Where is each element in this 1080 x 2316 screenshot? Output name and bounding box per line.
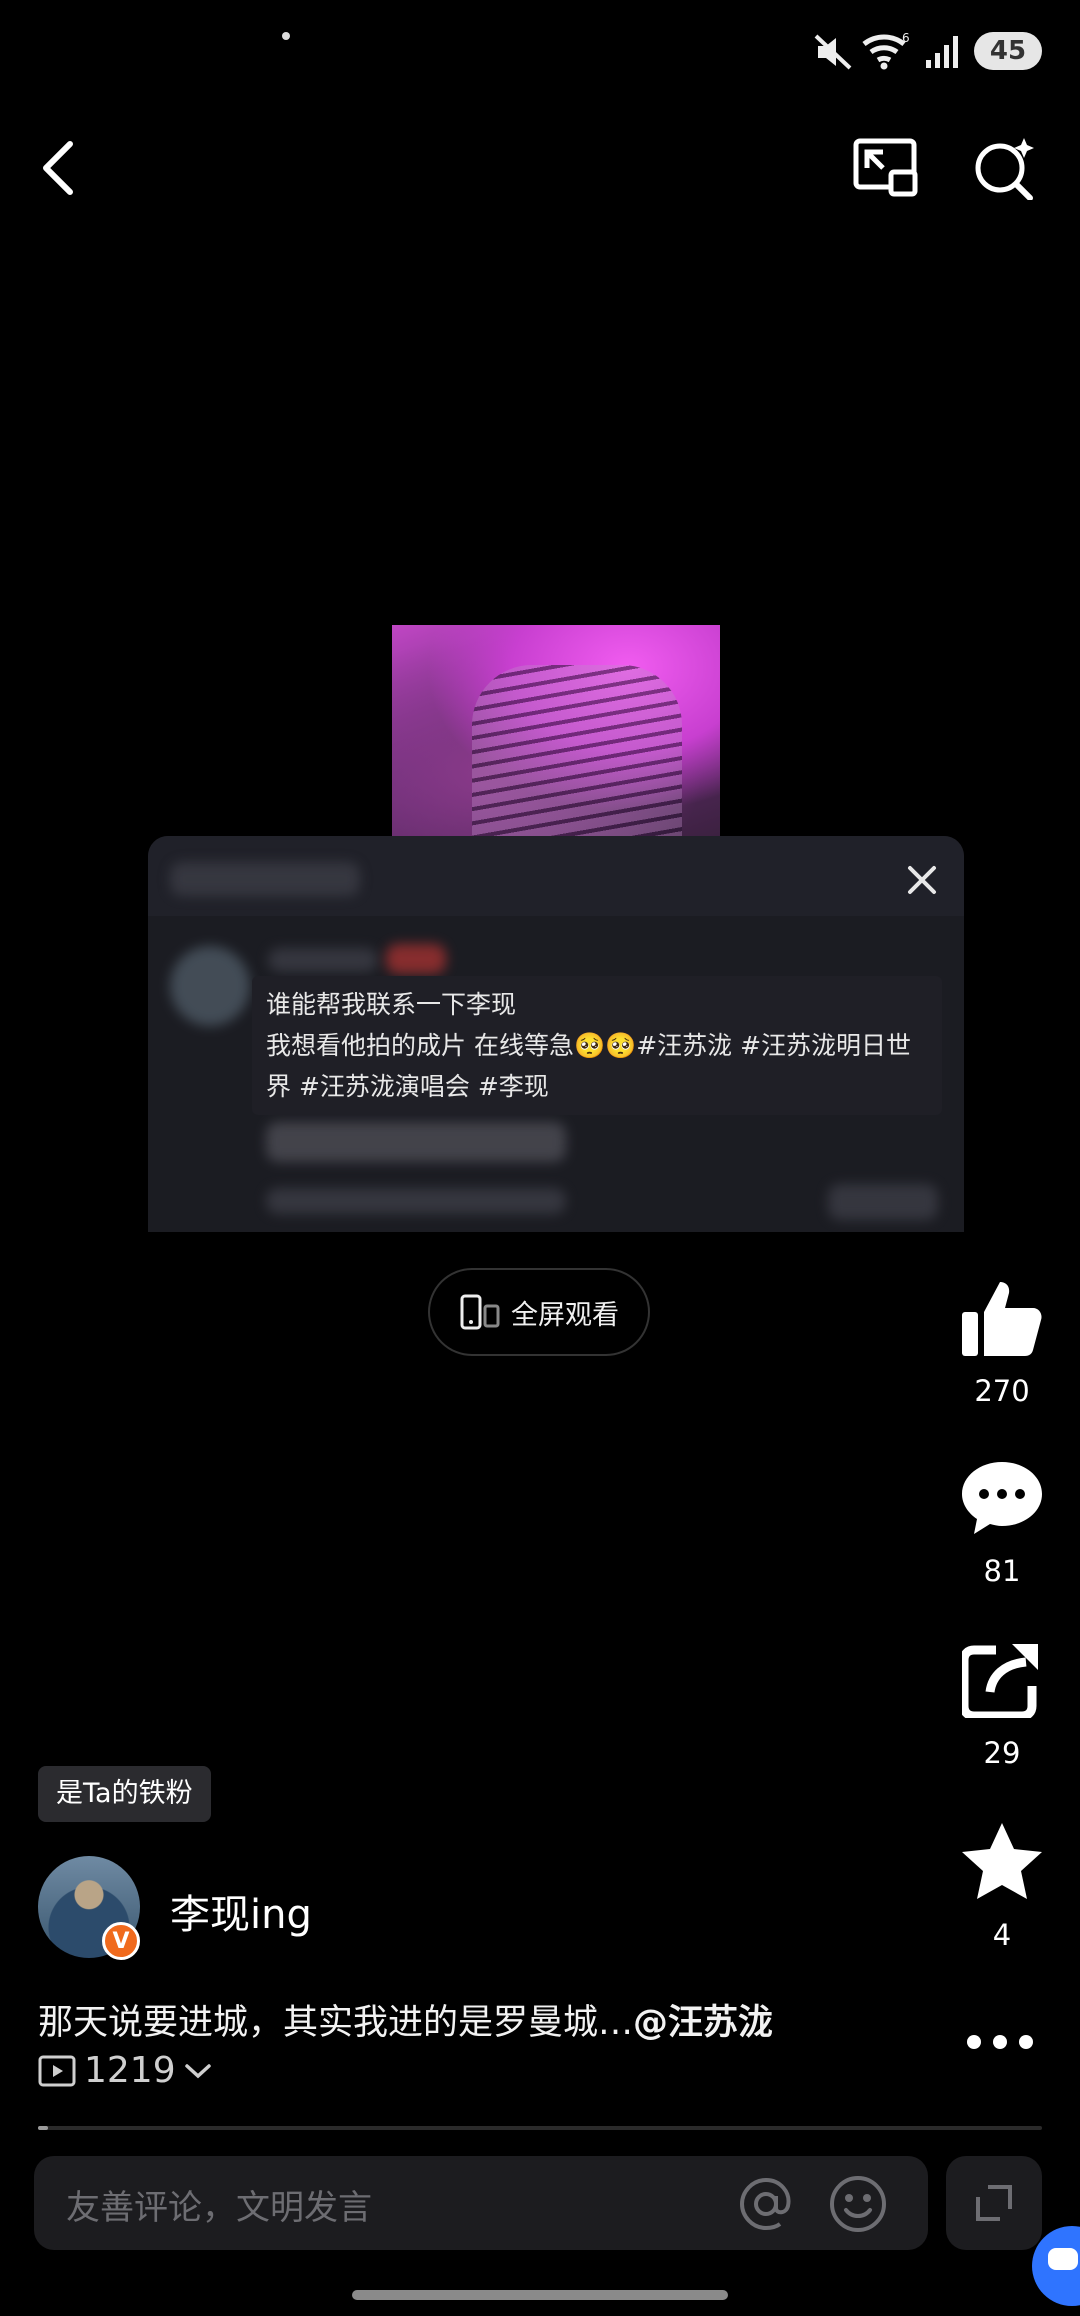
comment-bubble-icon xyxy=(962,1462,1042,1534)
fan-badge: 是Ta的铁粉 xyxy=(38,1766,211,1822)
battery-indicator: 45 xyxy=(974,32,1042,70)
favorite-action[interactable]: 4 xyxy=(950,1810,1054,1952)
caption-line: 谁能帮我联系一下李现 xyxy=(266,990,517,1019)
progress-fill xyxy=(38,2126,49,2130)
mention-link[interactable]: @汪苏泷 xyxy=(633,2003,773,2043)
ai-search-button[interactable] xyxy=(964,128,1044,208)
back-button[interactable] xyxy=(18,128,98,208)
caption-line: 界 #汪苏泷演唱会 #李现 xyxy=(266,1072,549,1101)
comment-placeholder: 友善评论，文明发言 xyxy=(66,2188,372,2228)
comment-action[interactable]: 81 xyxy=(950,1446,1054,1588)
picture-in-picture-icon xyxy=(853,138,918,197)
share-action[interactable]: 29 xyxy=(950,1628,1054,1770)
author-name[interactable]: 李现ing xyxy=(170,1882,312,1940)
thumbs-up-icon xyxy=(962,1282,1042,1356)
video-frame xyxy=(472,665,682,837)
blurred-button xyxy=(828,1184,938,1220)
fullscreen-label: 全屏观看 xyxy=(511,1299,619,1331)
chevron-down-icon xyxy=(184,2063,211,2078)
overlay-caption: 谁能帮我联系一下李现 我想看他拍的成片 在线等急🥺🥺#汪苏泷 #汪苏泷明日世 界… xyxy=(252,976,942,1115)
close-icon[interactable] xyxy=(900,858,944,902)
chat-bubble-icon xyxy=(1048,2248,1078,2270)
home-indicator[interactable] xyxy=(352,2290,728,2300)
caption-line: 我想看他拍的成片 在线等急🥺🥺#汪苏泷 #汪苏泷明日世 xyxy=(266,1031,912,1060)
like-count: 270 xyxy=(974,1374,1030,1408)
expand-icon xyxy=(976,2185,1012,2221)
comment-count: 81 xyxy=(983,1554,1021,1588)
like-action[interactable]: 270 xyxy=(950,1266,1054,1408)
mention-at-icon[interactable] xyxy=(738,2176,794,2232)
verified-badge: V xyxy=(102,1922,140,1960)
blurred-badge xyxy=(386,944,446,974)
notification-dot-icon xyxy=(282,32,290,40)
play-count: 1219 xyxy=(84,2050,176,2091)
mute-icon xyxy=(814,34,852,70)
description-text: 那天说要进城，其实我进的是罗曼城… xyxy=(38,2003,634,2043)
blurred-title xyxy=(170,862,360,896)
picture-in-picture-button[interactable] xyxy=(846,128,926,208)
star-icon xyxy=(962,1823,1042,1899)
emoji-icon[interactable] xyxy=(828,2174,888,2234)
video-player[interactable] xyxy=(392,625,720,837)
favorite-count: 4 xyxy=(992,1918,1012,1952)
play-count-row[interactable]: 1219 xyxy=(38,2050,212,2091)
expand-comments-button[interactable] xyxy=(946,2156,1042,2250)
svg-text:6: 6 xyxy=(902,31,910,45)
chevron-left-icon xyxy=(43,141,73,195)
post-description[interactable]: 那天说要进城，其实我进的是罗曼城…@汪苏泷 xyxy=(38,1994,773,2045)
blurred-username xyxy=(268,948,378,972)
wifi-icon: 6 xyxy=(862,31,910,70)
status-bar: 6 45 xyxy=(0,0,1080,110)
share-count: 29 xyxy=(983,1736,1021,1770)
more-options-icon[interactable] xyxy=(960,2020,1040,2064)
fullscreen-button[interactable]: 全屏观看 xyxy=(428,1268,650,1356)
rotate-phone-icon xyxy=(460,1294,500,1330)
blurred-tag xyxy=(266,1122,566,1162)
play-count-icon xyxy=(38,2055,76,2086)
signal-icon xyxy=(926,36,958,68)
video-progress-bar[interactable] xyxy=(38,2126,1042,2130)
blurred-meta xyxy=(266,1188,566,1214)
search-sparkle-icon xyxy=(975,138,1034,200)
comment-input[interactable]: 友善评论，文明发言 xyxy=(34,2156,928,2250)
share-icon xyxy=(962,1644,1038,1718)
blurred-avatar xyxy=(170,946,250,1026)
